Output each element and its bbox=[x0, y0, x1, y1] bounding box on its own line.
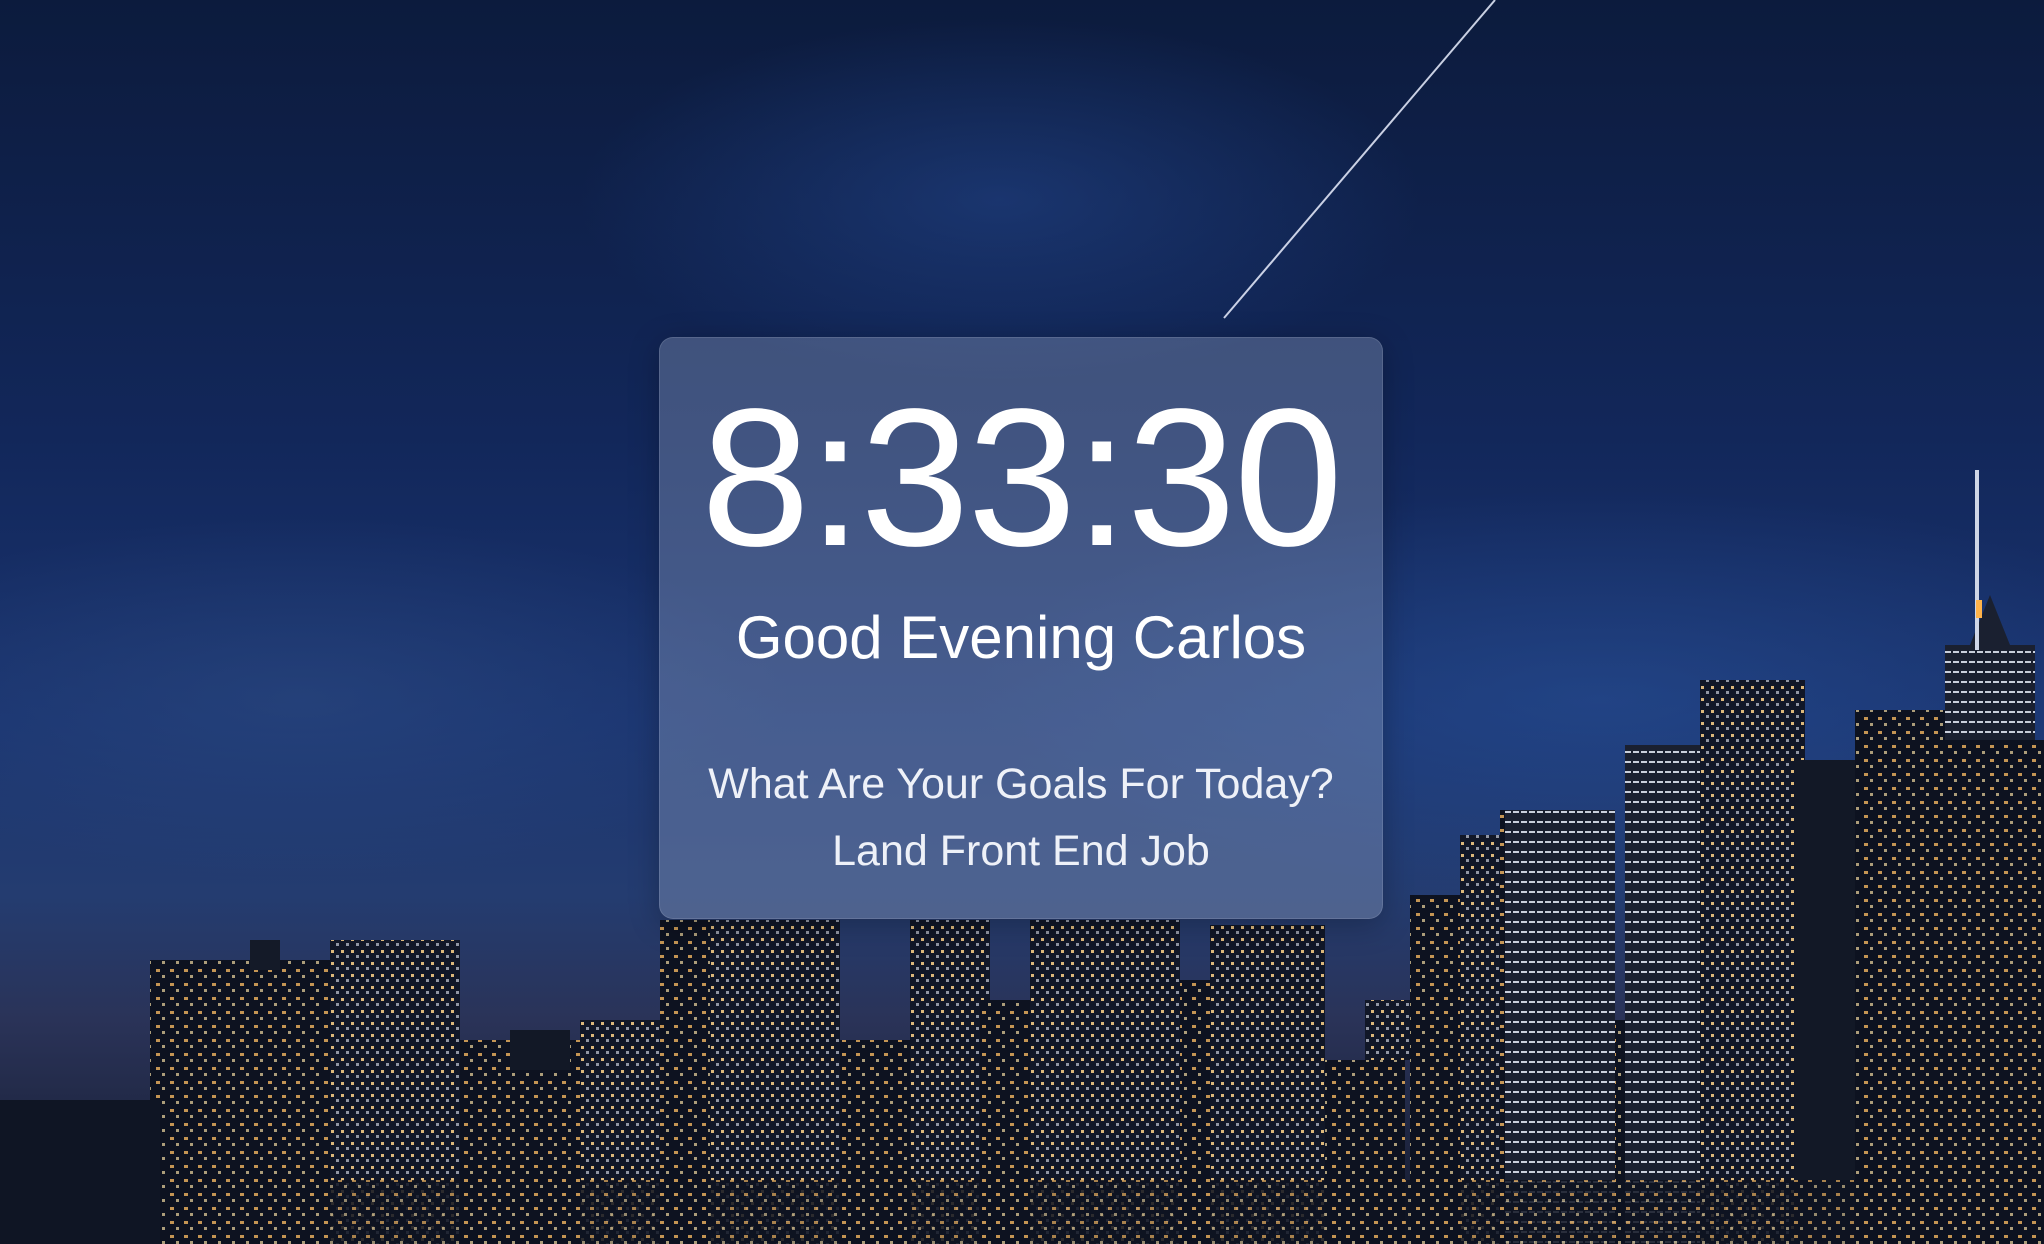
app-background: 8:33:30 Good Evening Carlos What Are You… bbox=[0, 0, 2044, 1244]
goal-input[interactable] bbox=[720, 822, 1322, 880]
clock-card: 8:33:30 Good Evening Carlos What Are You… bbox=[659, 337, 1383, 919]
greeting-text: Good Evening Carlos bbox=[735, 604, 1307, 671]
goals-question: What Are Your Goals For Today? bbox=[708, 760, 1334, 808]
clock-display: 8:33:30 bbox=[701, 368, 1343, 587]
